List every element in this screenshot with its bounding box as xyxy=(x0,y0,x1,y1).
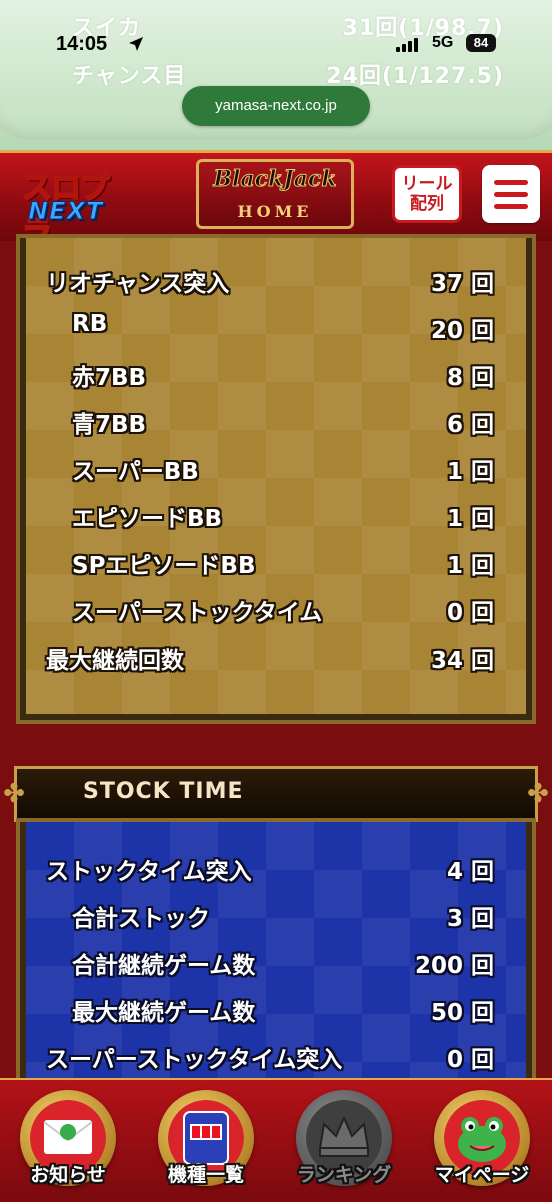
stat-row: RB 20 回 xyxy=(26,311,526,351)
location-arrow-icon xyxy=(129,37,143,51)
stat-value: 34 回 xyxy=(430,648,494,674)
nav-label: 機種一覧 xyxy=(167,1164,244,1186)
stat-label: 最大継続ゲーム数 xyxy=(72,1000,256,1026)
stat-row: スーパーストックタイム 0回 xyxy=(26,593,526,633)
blackjack-logo: BlackJack xyxy=(213,166,337,193)
stat-label: RB xyxy=(72,311,108,337)
stat-row: スーパーストックタイム突入 0回 xyxy=(26,1040,526,1080)
stat-row: 最大継続ゲーム数 50 回 xyxy=(26,993,526,1033)
stat-value: 20 回 xyxy=(430,318,494,344)
background-row-label: チャンス目 xyxy=(72,64,187,89)
home-button[interactable]: BlackJack HOME xyxy=(196,159,354,229)
stock-time-title: STOCK TIME xyxy=(83,779,244,804)
stat-row: 赤7BB 8回 xyxy=(26,358,526,398)
network-type: 5G xyxy=(432,34,454,51)
url-bar[interactable]: yamasa-next.co.jp xyxy=(182,86,370,126)
home-label: HOME xyxy=(237,202,313,221)
stat-value: 8回 xyxy=(446,365,494,391)
nav-label: マイページ xyxy=(434,1164,530,1186)
stat-label: ストックタイム突入 xyxy=(46,859,252,885)
nav-machine-list[interactable]: 機種一覧 xyxy=(154,1090,258,1194)
reel-label-line2: 配列 xyxy=(410,194,444,214)
stat-row: 最大継続回数 34 回 xyxy=(26,641,526,681)
stat-label: スーパーストックタイム xyxy=(72,600,323,626)
nav-label: ランキング xyxy=(296,1164,392,1186)
nav-my-page[interactable]: マイページ xyxy=(430,1090,534,1194)
nav-news[interactable]: お知らせ xyxy=(16,1090,120,1194)
stat-label: 赤7BB xyxy=(72,365,147,391)
stat-value: 1回 xyxy=(446,553,494,579)
stat-label: 合計継続ゲーム数 xyxy=(72,953,256,979)
reel-label-line1: リール xyxy=(401,174,453,194)
stat-label: エピソードBB xyxy=(72,506,223,532)
status-time: 14:05 xyxy=(56,33,108,55)
stat-label: 青7BB xyxy=(72,412,147,438)
background-row-value: 24回(1/127.5) xyxy=(326,64,504,89)
stock-time-header: ✤ STOCK TIME ✤ xyxy=(3,766,549,822)
stat-label: リオチャンス突入 xyxy=(46,271,230,297)
ornament-right-icon: ✤ xyxy=(527,779,549,809)
browser-top-area: スイカ 31回(1/98.7) チャンス目 24回(1/127.5) 14:05… xyxy=(0,0,552,150)
stat-value: 1回 xyxy=(446,459,494,485)
logo-text-bottom: NEXT xyxy=(27,197,104,226)
stat-label: スーパーストックタイム突入 xyxy=(46,1047,343,1073)
nav-ranking[interactable]: ランキング xyxy=(292,1090,396,1194)
bottom-navigation: お知らせ 機種一覧 ランキング マイページ xyxy=(0,1078,552,1202)
stat-value: 0回 xyxy=(446,1047,494,1073)
cellular-signal-icon xyxy=(396,38,426,52)
stat-row: 青7BB 6回 xyxy=(26,405,526,445)
stock-time-panel: ストックタイム突入 4回 合計ストック 3回 合計継続ゲーム数 200 回 最大継… xyxy=(20,822,532,1082)
stat-row: 合計ストック 3回 xyxy=(26,899,526,939)
site-logo[interactable]: スロプラ NEXT xyxy=(21,163,134,251)
stat-row: リオチャンス突入 37 回 xyxy=(26,264,526,304)
stat-value: 4回 xyxy=(446,859,494,885)
reel-layout-button[interactable]: リール 配列 xyxy=(392,165,462,223)
hamburger-menu-button[interactable] xyxy=(482,165,540,223)
site-header: スロプラ NEXT BlackJack HOME リール 配列 xyxy=(0,150,552,251)
stat-value: 3回 xyxy=(446,906,494,932)
nav-label: お知らせ xyxy=(30,1164,106,1186)
stat-label: 合計ストック xyxy=(72,906,210,932)
stat-row: ストックタイム突入 4回 xyxy=(26,852,526,892)
stat-value: 0回 xyxy=(446,600,494,626)
stat-value: 6回 xyxy=(446,412,494,438)
stat-row: 合計継続ゲーム数 200 回 xyxy=(26,946,526,986)
stat-label: SPエピソードBB xyxy=(72,553,256,579)
stat-row: SPエピソードBB 1回 xyxy=(26,546,526,586)
battery-indicator: 84 xyxy=(466,34,496,52)
stat-label: スーパーBB xyxy=(72,459,199,485)
stat-value: 1回 xyxy=(446,506,494,532)
stat-value: 200 回 xyxy=(414,953,494,979)
stat-row: エピソードBB 1回 xyxy=(26,499,526,539)
stat-label: 最大継続回数 xyxy=(46,648,184,674)
bonus-stats-panel: リオチャンス突入 37 回 RB 20 回 赤7BB 8回 青7BB 6回 スーパー… xyxy=(20,238,532,720)
stat-value: 50 回 xyxy=(430,1000,494,1026)
ornament-left-icon: ✤ xyxy=(3,779,25,809)
stat-value: 37 回 xyxy=(430,271,494,297)
stat-row: スーパーBB 1回 xyxy=(26,452,526,492)
